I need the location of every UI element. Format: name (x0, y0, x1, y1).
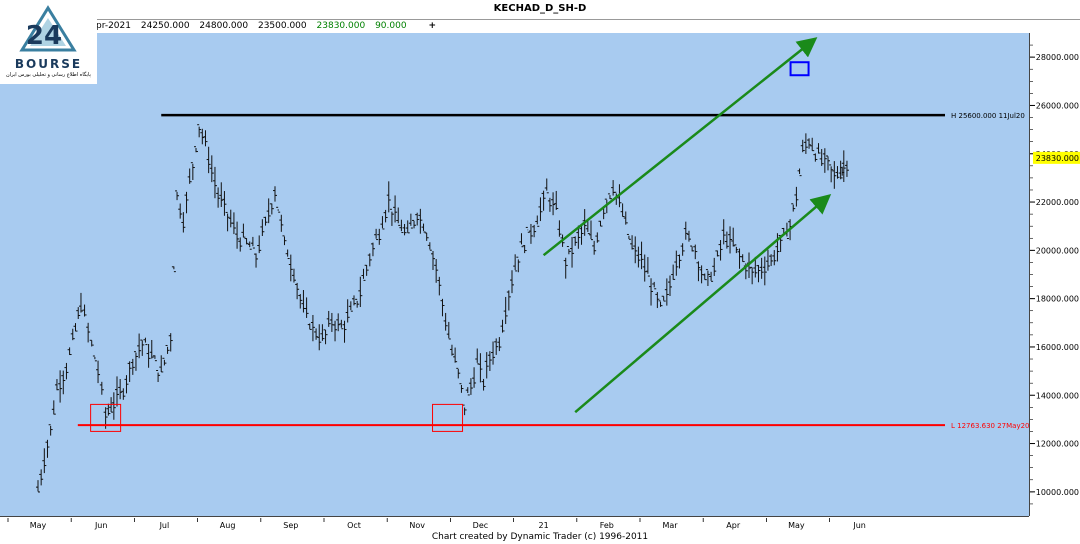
quote-close: 23830.000 (316, 21, 366, 31)
quote-bar: pr-2021 24250.000 24800.000 23500.000 23… (96, 19, 443, 33)
x-tick-label: Mar (662, 521, 678, 530)
price-axis-ticks: 10000.000 12000.000 14000.000 16000.000 1800… (1030, 44, 1080, 505)
y-tick-label: 12000.000 (1036, 440, 1079, 449)
y-tick-label: 18000.000 (1036, 295, 1079, 304)
y-tick-label: 16000.000 (1036, 343, 1079, 352)
y-tick-label: 20000.000 (1036, 246, 1079, 255)
target-box (789, 61, 810, 77)
x-tick-label: Aug (220, 521, 236, 530)
x-tick-label: Jun (852, 521, 866, 530)
plot-area[interactable]: H 25600.000 11Jul20 L 12763.630 27May20 (0, 33, 1030, 516)
chart-title: KECHAD_D_SH-D (0, 0, 1080, 20)
quote-high: 24800.000 (199, 21, 249, 31)
quote-low: 23500.000 (257, 21, 307, 31)
footer-credit: Chart created by Dynamic Trader (c) 1996… (0, 530, 1080, 544)
y-tick-label: 22000.000 (1036, 198, 1079, 207)
quote-change: 90.000 (375, 21, 407, 31)
channel-upper-line (542, 37, 818, 257)
x-tick-label: Nov (409, 521, 425, 530)
bourse-logo: 24 BOURSE پایگاه اطلاع رسانی و تحلیلی بو… (0, 0, 97, 84)
logo-tagline: پایگاه اطلاع رسانی و تحلیلی بورس ایران (6, 72, 91, 78)
y-tick-label: 28000.000 (1036, 53, 1079, 62)
x-tick-label: Feb (600, 521, 614, 530)
add-indicator-button[interactable]: + (428, 21, 436, 31)
x-tick-label: Sep (283, 521, 298, 530)
y-tick-label: 26000.000 (1036, 101, 1079, 110)
x-tick-label: Jun (94, 521, 108, 530)
logo-wordmark: BOURSE (14, 57, 83, 71)
low-line-label: L 12763.630 27May20 (951, 422, 1029, 430)
logo-numeral: 24 (26, 21, 62, 51)
x-tick-label: Oct (347, 521, 361, 530)
logo-mark: 24 (19, 5, 77, 52)
quote-date: pr-2021 (96, 21, 131, 31)
x-tick-label: 21 (539, 521, 549, 530)
y-tick-label: 10000.000 (1036, 488, 1079, 497)
high-line-label: H 25600.000 11Jul20 (951, 112, 1025, 120)
time-axis[interactable]: May Jun Jul Aug Sep Oct Nov Dec 21 Feb Mar Apr May Ju… (0, 516, 1029, 531)
channel-lower-line (574, 193, 832, 414)
price-axis[interactable]: 10000.000 12000.000 14000.000 16000.000 1800… (1029, 33, 1080, 516)
last-price-label: 23830.000 (1036, 154, 1079, 163)
price-chart[interactable]: H 25600.000 11Jul20 L 12763.630 27May20 (0, 33, 1030, 516)
y-tick-label: 14000.000 (1036, 391, 1079, 400)
x-tick-label: May (30, 521, 47, 530)
x-tick-label: Jul (159, 521, 170, 530)
low-marker-box (432, 403, 464, 432)
x-tick-label: May (788, 521, 805, 530)
x-tick-label: Apr (726, 521, 741, 530)
x-tick-label: Dec (473, 521, 488, 530)
quote-open: 24250.000 (140, 21, 190, 31)
